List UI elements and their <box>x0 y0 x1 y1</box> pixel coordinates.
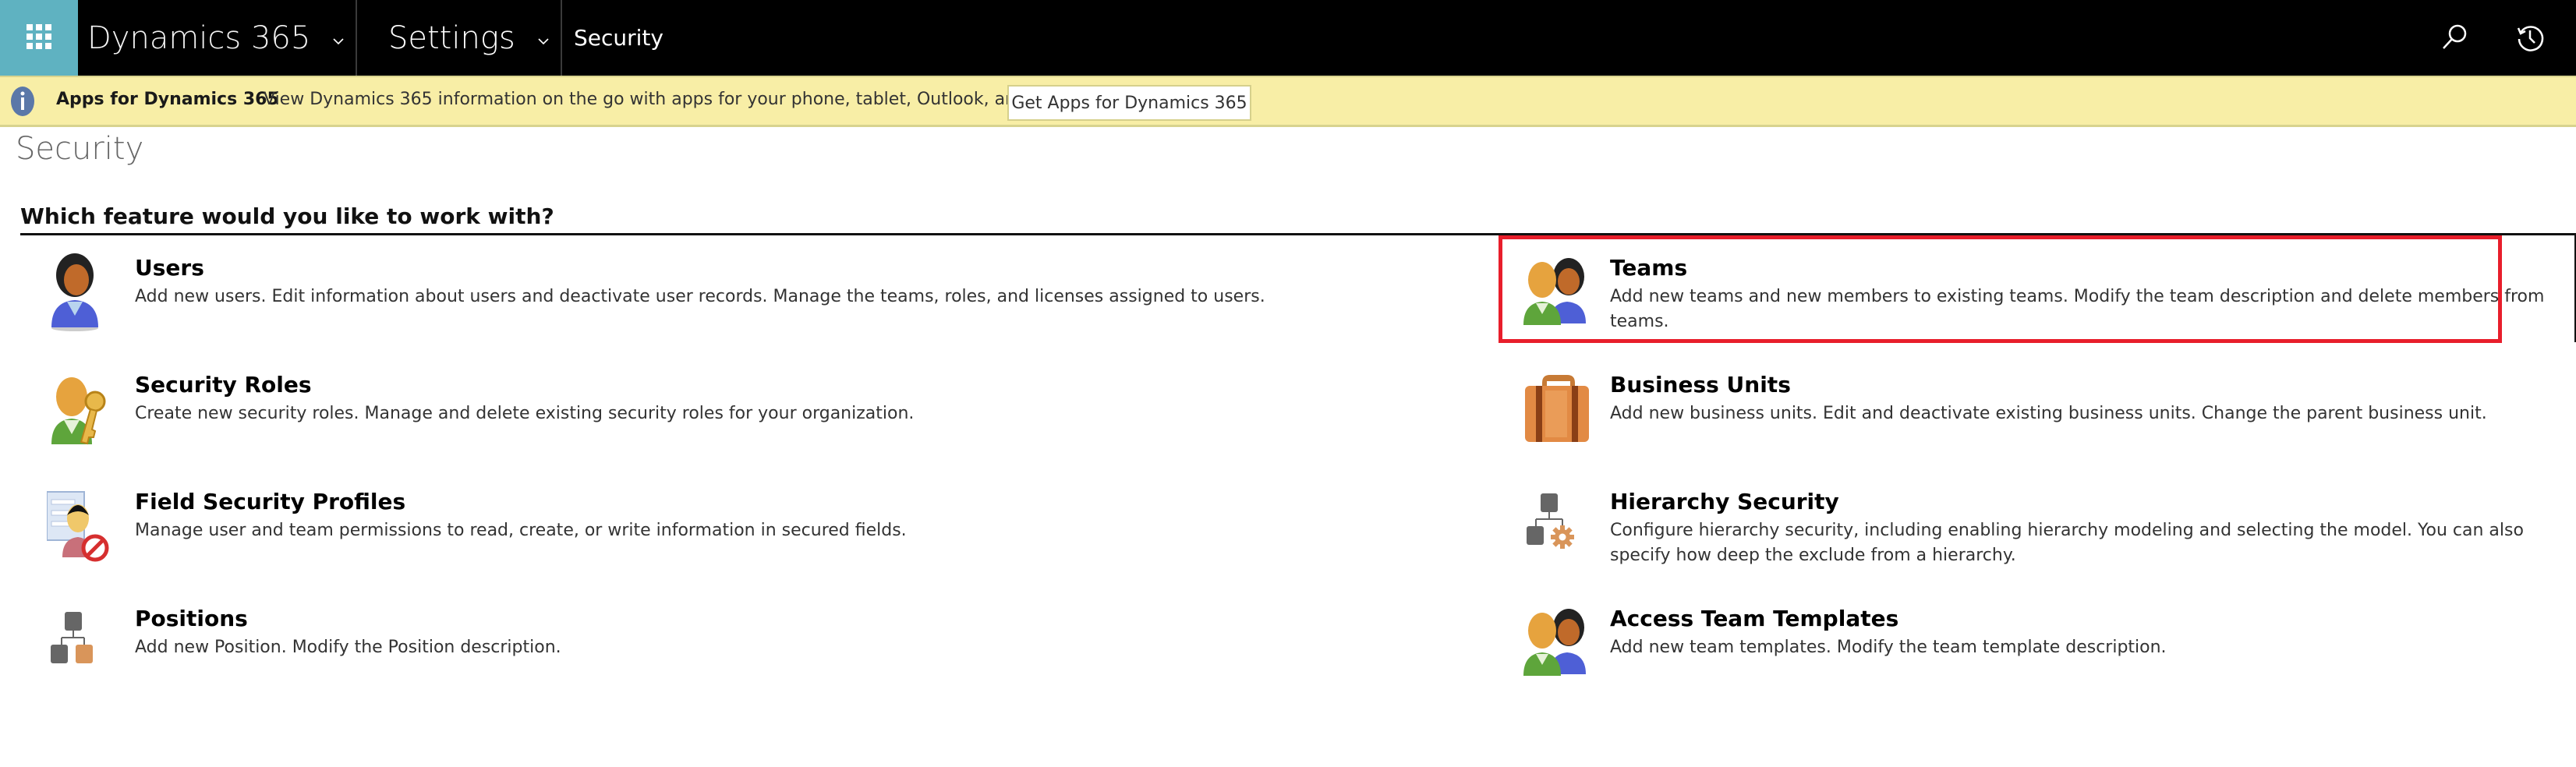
app-name: Dynamics 365 <box>87 19 311 56</box>
feature-title[interactable]: Positions <box>135 606 248 631</box>
feature-description: Create new security roles. Manage and de… <box>135 404 915 423</box>
feature-title[interactable]: Access Team Templates <box>1610 606 1898 631</box>
feature-description: Add new business units. Edit and deactiv… <box>1610 404 2487 423</box>
feature-business-units[interactable]: Business Units Add new business units. E… <box>1522 370 2576 472</box>
get-apps-button[interactable]: Get Apps for Dynamics 365 <box>1007 85 1251 121</box>
feature-title[interactable]: Teams <box>1610 255 1687 281</box>
feature-description: Configure hierarchy security, including … <box>1610 521 2524 565</box>
position-hierarchy-icon <box>51 612 93 663</box>
notification-banner: Apps for Dynamics 365 View Dynamics 365 … <box>0 76 2576 127</box>
security-role-key-icon <box>51 377 106 445</box>
top-navigation-bar: Dynamics 365 Settings Security <box>0 0 2576 76</box>
info-icon <box>11 87 34 116</box>
chevron-down-icon <box>538 37 549 44</box>
feature-description: Add new teams and new members to existin… <box>1610 287 2545 331</box>
feature-title[interactable]: Security Roles <box>135 372 312 398</box>
user-icon <box>51 253 98 331</box>
waffle-grid-icon <box>27 24 51 49</box>
feature-security-roles[interactable]: Security Roles Create new security roles… <box>47 370 1372 472</box>
feature-title[interactable]: Field Security Profiles <box>135 489 405 514</box>
feature-title[interactable]: Users <box>135 255 204 281</box>
feature-description: Manage user and team permissions to read… <box>135 521 907 540</box>
area-switcher-menu[interactable]: Settings <box>357 0 561 76</box>
page-title: Security <box>16 131 144 167</box>
area-name: Settings <box>388 19 515 56</box>
section-heading: Which feature would you like to work wit… <box>20 203 554 229</box>
feature-access-team-templates[interactable]: Access Team Templates Add new team templ… <box>1522 604 2576 705</box>
breadcrumb-current[interactable]: Security <box>563 0 663 76</box>
feature-description: Add new team templates. Modify the team … <box>1610 638 2167 657</box>
feature-title[interactable]: Business Units <box>1610 372 1791 398</box>
nav-divider <box>561 0 562 76</box>
breadcrumb-label: Security <box>574 25 663 51</box>
briefcase-icon <box>1525 375 1589 442</box>
banner-title: Apps for Dynamics 365 <box>56 90 279 109</box>
field-security-profile-icon <box>47 491 109 562</box>
section-divider <box>20 233 2576 235</box>
hierarchy-settings-icon <box>1527 493 1574 549</box>
search-icon[interactable] <box>2439 22 2470 53</box>
app-switcher-menu[interactable]: Dynamics 365 <box>78 0 356 76</box>
history-icon[interactable] <box>2514 22 2546 53</box>
feature-description: Add new Position. Modify the Position de… <box>135 638 561 657</box>
chevron-down-icon <box>333 37 344 44</box>
feature-field-security-profiles[interactable]: Field Security Profiles Manage user and … <box>47 487 1372 589</box>
feature-title[interactable]: Hierarchy Security <box>1610 489 1839 514</box>
app-launcher-button[interactable] <box>0 0 78 76</box>
feature-positions[interactable]: Positions Add new Position. Modify the P… <box>47 604 1372 705</box>
feature-hierarchy-security[interactable]: Hierarchy Security Configure hierarchy s… <box>1522 487 2576 589</box>
feature-users[interactable]: Users Add new users. Edit information ab… <box>47 253 1372 355</box>
teams-icon <box>1523 258 1586 325</box>
feature-description: Add new users. Edit information about us… <box>135 287 1265 306</box>
teams-icon <box>1523 609 1586 676</box>
feature-teams[interactable]: Teams Add new teams and new members to e… <box>1522 253 2576 355</box>
banner-message: View Dynamics 365 information on the go … <box>264 90 1084 109</box>
